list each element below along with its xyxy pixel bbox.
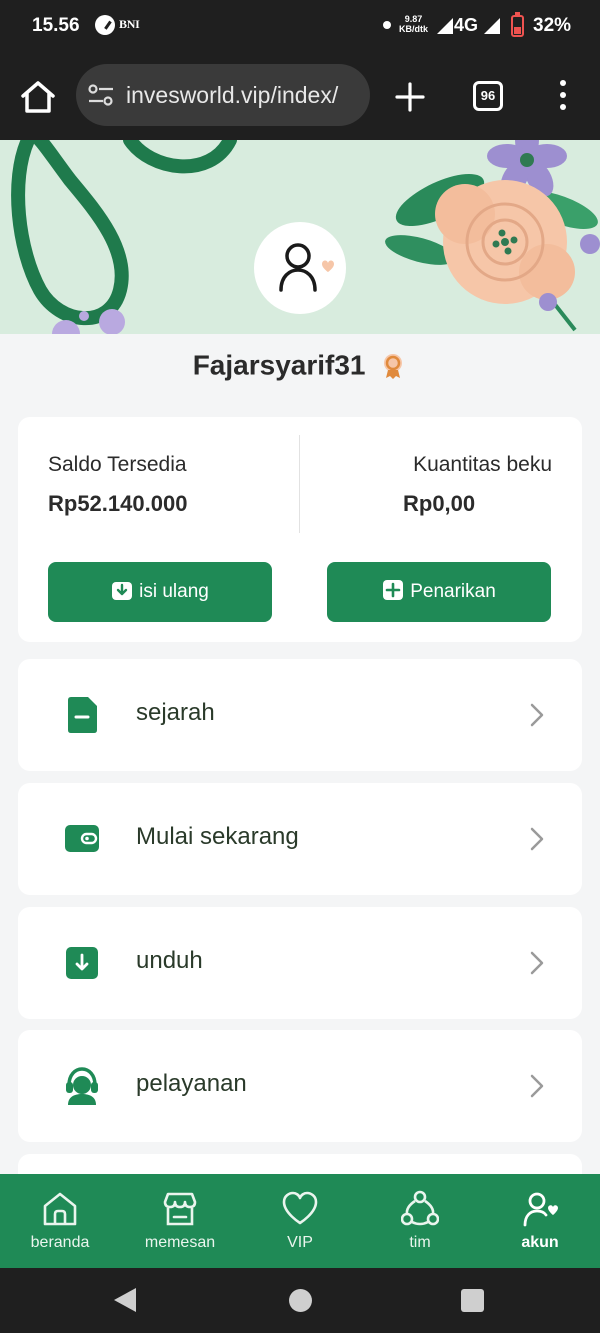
bottom-navigation: beranda memesan VIP tim akun	[0, 1174, 600, 1268]
url-text: invesworld.vip/index/	[126, 82, 339, 108]
topup-label: isi ulang	[139, 581, 209, 602]
menu-label: Mulai sekarang	[136, 823, 299, 850]
nav-team[interactable]: tim	[360, 1174, 480, 1268]
download-box-icon	[112, 581, 133, 600]
menu-label: pelayanan	[136, 1070, 247, 1097]
more-menu-icon[interactable]	[555, 80, 571, 114]
recents-icon[interactable]	[461, 1289, 484, 1312]
site-settings-icon[interactable]	[88, 84, 114, 106]
store-icon	[163, 1192, 197, 1226]
signal-icon	[437, 18, 453, 34]
chevron-right-icon	[530, 951, 544, 975]
avatar[interactable]	[254, 222, 346, 314]
nav-order[interactable]: memesan	[120, 1174, 240, 1268]
nav-label: akun	[521, 1234, 559, 1251]
home-icon[interactable]	[20, 80, 56, 114]
nav-label: VIP	[287, 1234, 313, 1251]
nav-home[interactable]: beranda	[0, 1174, 120, 1268]
menu-item-download[interactable]: unduh	[18, 907, 582, 1019]
signal-icon-2	[484, 18, 500, 34]
document-icon	[68, 697, 97, 733]
account-icon	[523, 1192, 558, 1227]
back-icon[interactable]	[114, 1288, 136, 1312]
wallet-icon	[65, 825, 99, 852]
address-bar[interactable]: invesworld.vip/index/	[76, 64, 370, 126]
heart-icon	[282, 1191, 318, 1225]
available-balance-label: Saldo Tersedia	[48, 453, 187, 476]
medal-icon	[384, 353, 403, 379]
nav-label: beranda	[30, 1234, 90, 1251]
notification-dot-icon	[383, 21, 391, 29]
chevron-right-icon	[530, 703, 544, 727]
frozen-balance-label: Kuantitas beku	[413, 453, 552, 476]
network-type: 4G	[454, 15, 479, 35]
home-button-icon[interactable]	[289, 1289, 312, 1312]
nav-label: memesan	[144, 1234, 216, 1251]
topup-button[interactable]: isi ulang	[48, 562, 272, 622]
withdraw-label: Penarikan	[410, 581, 496, 602]
battery-percent: 32%	[533, 15, 572, 36]
tab-switcher-button[interactable]: 96	[473, 81, 503, 111]
download-icon	[66, 947, 98, 979]
chevron-right-icon	[530, 1074, 544, 1098]
browser-toolbar: invesworld.vip/index/ 96	[0, 54, 600, 140]
menu-item-service[interactable]: pelayanan	[18, 1030, 582, 1142]
plus-box-icon	[383, 579, 404, 600]
nav-account[interactable]: akun	[480, 1174, 600, 1268]
network-speed: 9.87 KB/dtk	[399, 14, 428, 34]
nav-vip[interactable]: VIP	[240, 1174, 360, 1268]
team-icon	[401, 1190, 439, 1226]
username-row: Fajarsyarif31	[0, 348, 600, 382]
battery-icon	[511, 12, 524, 37]
user-heart-icon	[279, 243, 334, 292]
available-balance-value: Rp52.140.000	[48, 491, 188, 516]
menu-item-history[interactable]: sejarah	[18, 659, 582, 771]
new-tab-icon[interactable]	[394, 81, 426, 113]
menu-item-start-now[interactable]: Mulai sekarang	[18, 783, 582, 895]
frozen-balance-value: Rp0,00	[403, 491, 476, 516]
menu-label: unduh	[136, 947, 203, 974]
menu-label: sejarah	[136, 699, 215, 726]
bni-notification-icon: BNI	[119, 17, 140, 31]
nav-label: tim	[409, 1234, 431, 1251]
notification-app-icon	[95, 15, 115, 35]
account-content: Fajarsyarif31 Saldo Tersedia Rp52.140.00…	[0, 334, 600, 1194]
profile-banner	[0, 140, 600, 334]
customer-service-icon	[66, 1067, 98, 1105]
username: Fajarsyarif31	[192, 349, 366, 381]
status-bar: 15.56 BNI 9.87 KB/dtk 4G 32%	[0, 0, 600, 54]
status-time: 15.56	[32, 15, 80, 36]
chevron-right-icon	[530, 827, 544, 851]
withdraw-button[interactable]: Penarikan	[327, 562, 551, 622]
balance-divider	[299, 435, 300, 533]
balance-card: Saldo Tersedia Rp52.140.000 Kuantitas be…	[18, 417, 582, 642]
home-icon	[43, 1192, 77, 1226]
system-navigation-bar	[0, 1268, 600, 1333]
